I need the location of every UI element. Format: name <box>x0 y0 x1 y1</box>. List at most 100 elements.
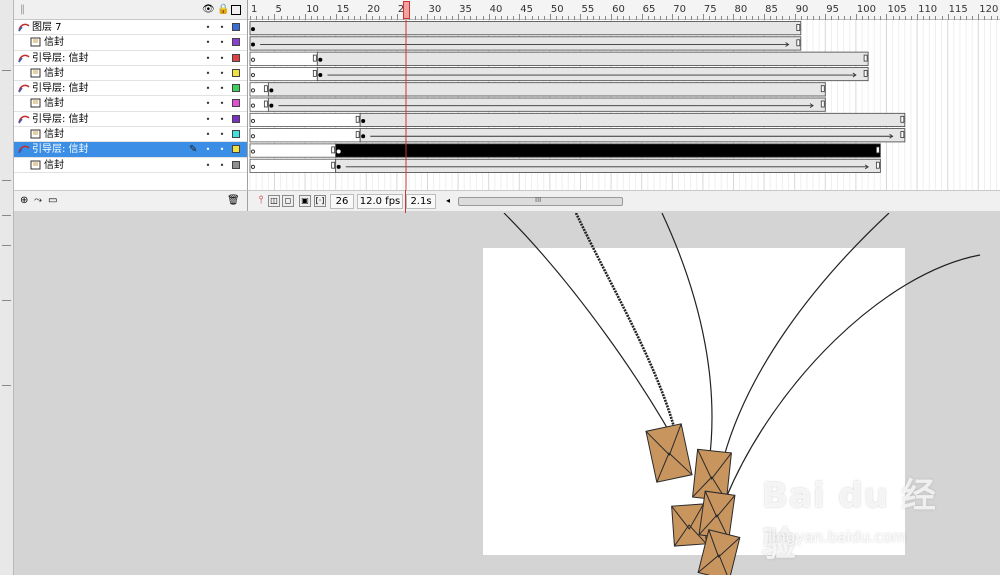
end-frame-marker <box>820 85 825 93</box>
visibility-dot[interactable]: • <box>204 161 212 170</box>
panel-grip-icon: ‖ <box>20 4 25 15</box>
layer-row[interactable]: 引导层: 信封 • • <box>14 50 247 66</box>
scroll-left-icon[interactable]: ◂ <box>446 196 450 205</box>
lock-dot[interactable]: • <box>218 23 226 32</box>
layer-row[interactable]: 信封 • • <box>14 127 247 143</box>
end-frame-marker <box>796 39 801 47</box>
layer-row[interactable]: 信封 • • <box>14 35 247 51</box>
blank-keyframe <box>250 164 256 169</box>
keyframe <box>336 149 341 154</box>
keyframe <box>361 134 366 139</box>
guided-layer-icon <box>30 37 41 47</box>
ruler-tick-label: 115 <box>948 4 968 15</box>
visibility-dot[interactable]: • <box>204 99 212 108</box>
elapsed-time: 2.1s <box>406 194 436 209</box>
layer-name: 引导层: 信封 <box>32 113 89 125</box>
layer-row[interactable]: 信封 • • <box>14 96 247 112</box>
blank-frame-span <box>249 158 337 173</box>
outline-color-swatch[interactable] <box>232 160 240 169</box>
visibility-dot[interactable]: • <box>204 115 212 124</box>
keyframe <box>269 88 274 93</box>
center-frame-icon[interactable]: ⫯ <box>255 194 267 207</box>
frame-grid[interactable] <box>248 20 1000 190</box>
playhead-marker[interactable] <box>403 1 410 19</box>
timeline-panel: ‖ 👁 🔒 图层 7 • • 信封 • • 引导层: 信封 • • 信封 • • 引导层: 信封 • • 信封… <box>14 0 1000 211</box>
outline-color-swatch[interactable] <box>232 23 240 31</box>
visibility-dot[interactable]: • <box>204 38 212 47</box>
ruler-tick-label: 80 <box>734 4 748 15</box>
layer-row[interactable]: 信封 • • <box>14 157 247 173</box>
eye-icon[interactable]: 👁 <box>202 4 215 15</box>
outline-color-swatch[interactable] <box>232 53 240 62</box>
outline-color-swatch[interactable] <box>232 99 240 108</box>
lock-dot[interactable]: • <box>218 69 226 78</box>
add-layer-icon[interactable]: ⊕ <box>20 195 32 207</box>
keyframe <box>251 42 255 47</box>
ruler-tick-label: 110 <box>918 4 938 15</box>
visibility-dot[interactable]: • <box>204 145 212 154</box>
guide-layer-icon <box>18 53 30 63</box>
edit-multiple-frames-icon[interactable]: ▣ <box>299 195 311 207</box>
frame-span <box>335 158 881 173</box>
lock-dot[interactable]: • <box>218 99 226 108</box>
layer-row[interactable]: 信封 • • <box>14 65 247 82</box>
layer-row[interactable]: 引导层: 信封 ✎ • • <box>14 142 247 158</box>
blank-keyframe <box>250 103 256 108</box>
timeline-status-bar: ⫯ ◫ ◻ ▣ [·] 26 12.0 fps 2.1s ◂ III <box>247 190 1000 211</box>
visibility-dot[interactable]: • <box>204 54 212 63</box>
ruler-tick-label: 60 <box>612 4 625 15</box>
outline-color-swatch[interactable] <box>232 130 240 139</box>
end-frame-marker <box>355 131 360 138</box>
ruler-tick-label: 105 <box>887 4 907 15</box>
layer-name: 引导层: 信封 <box>32 83 89 95</box>
blank-frame-span <box>249 112 361 128</box>
outline-color-swatch[interactable] <box>232 145 240 154</box>
lock-dot[interactable]: • <box>218 38 226 47</box>
onion-outline-icon[interactable]: ◻ <box>282 195 294 207</box>
lock-dot[interactable]: • <box>218 115 226 124</box>
keyframe <box>251 27 255 32</box>
add-guide-layer-icon[interactable]: ⤳ <box>34 195 46 207</box>
blank-frame-span <box>249 51 318 66</box>
outline-icon[interactable] <box>231 5 241 15</box>
frame-span <box>335 143 881 158</box>
scroll-grip: III <box>535 196 542 204</box>
layer-row[interactable]: 图层 7 • • <box>14 20 247 36</box>
outline-color-swatch[interactable] <box>232 38 240 47</box>
frame-span <box>267 82 826 97</box>
frames-area[interactable]: 1510152025303540455055606570758085909510… <box>247 0 1000 190</box>
outline-color-swatch[interactable] <box>232 68 240 77</box>
lock-icon[interactable]: 🔒 <box>217 4 229 15</box>
frame-rate[interactable]: 12.0 fps <box>357 194 403 209</box>
delete-layer-icon[interactable]: 🗑 <box>227 195 240 207</box>
ruler-tick-label: 50 <box>550 4 564 15</box>
lock-dot[interactable]: • <box>218 145 226 154</box>
flash-authoring-window: ‖ 👁 🔒 图层 7 • • 信封 • • 引导层: 信封 • • 信封 • • 引导层: 信封 • • 信封… <box>0 0 1000 575</box>
end-frame-marker <box>863 70 868 77</box>
visibility-dot[interactable]: • <box>204 130 212 139</box>
tools-panel-edge <box>0 0 14 575</box>
guide-layer-icon <box>18 83 30 93</box>
lock-dot[interactable]: • <box>218 130 226 139</box>
lock-dot[interactable]: • <box>218 84 226 93</box>
outline-color-swatch[interactable] <box>232 84 240 93</box>
end-frame-marker <box>355 115 360 123</box>
end-frame-marker <box>331 161 336 169</box>
lock-dot[interactable]: • <box>218 161 226 170</box>
layer-list: 图层 7 • • 信封 • • 引导层: 信封 • • 信封 • • 引导层: 信封 • • 信封 • • 引导层:… <box>14 20 247 173</box>
modify-onion-markers-icon[interactable]: [·] <box>314 195 326 207</box>
horizontal-scrollbar[interactable]: III <box>458 196 623 206</box>
layer-row[interactable]: 引导层: 信封 • • <box>14 111 247 128</box>
layer-row[interactable]: 引导层: 信封 • • <box>14 81 247 97</box>
onion-skin-icon[interactable]: ◫ <box>268 195 280 207</box>
visibility-dot[interactable]: • <box>204 84 212 93</box>
visibility-dot[interactable]: • <box>204 69 212 78</box>
outline-color-swatch[interactable] <box>232 114 240 123</box>
visibility-dot[interactable]: • <box>204 23 212 32</box>
add-folder-icon[interactable]: ▭ <box>48 195 60 207</box>
frame-ruler[interactable]: 1510152025303540455055606570758085909510… <box>248 0 1000 20</box>
layer-name: 信封 <box>44 98 64 110</box>
lock-dot[interactable]: • <box>218 54 226 63</box>
layer-name: 图层 7 <box>32 22 62 33</box>
frame-span <box>267 97 826 112</box>
